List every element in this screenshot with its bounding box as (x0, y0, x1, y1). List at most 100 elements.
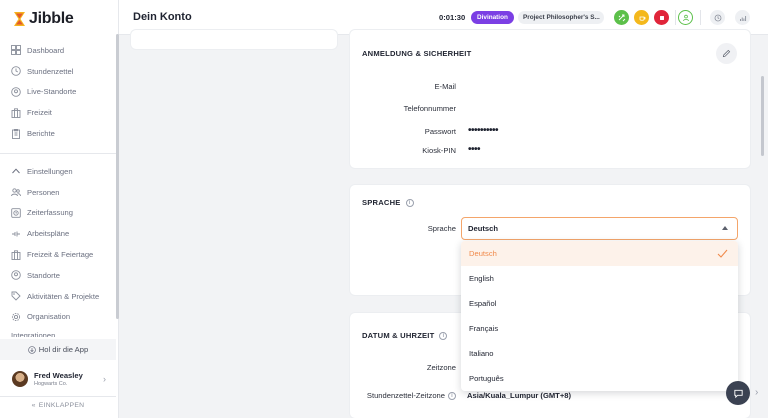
sidebar-item-reports[interactable]: Berichte (0, 123, 116, 144)
time-tracking-icon (11, 208, 21, 218)
dashboard-icon (11, 45, 21, 56)
language-option-italiano[interactable]: Italiano (461, 341, 738, 366)
sidebar-item-timesheets[interactable]: Stundenzettel (0, 61, 116, 82)
collapse-label: EINKLAPPEN (38, 402, 85, 409)
tag-icon (11, 291, 21, 301)
kiosk-pin-label: Kiosk-PIN (422, 146, 456, 155)
sidebar-item-label: Standorte (27, 270, 60, 280)
chart-icon (739, 15, 746, 21)
header-divider (700, 10, 701, 25)
break-button[interactable] (634, 10, 649, 25)
get-app-link[interactable]: Hol dir die App (0, 339, 116, 360)
sidebar-item-activities-projects[interactable]: Aktivitäten & Projekte (0, 286, 116, 307)
activity-badge[interactable]: Divination (471, 11, 514, 24)
option-label: Italiano (469, 349, 494, 358)
chat-button[interactable] (726, 381, 750, 405)
sidebar-item-label: Organisation (27, 312, 71, 322)
report-icon (12, 128, 20, 139)
chevron-right-icon[interactable]: › (755, 387, 758, 398)
email-label: E-Mail (434, 82, 456, 91)
switch-activity-button[interactable] (614, 10, 629, 25)
info-icon[interactable]: i (405, 198, 414, 207)
option-label: Español (469, 299, 497, 308)
stats-button[interactable] (735, 10, 750, 25)
edit-login-button[interactable] (716, 43, 737, 64)
gear-icon (11, 312, 21, 322)
main-scrollbar[interactable] (761, 76, 764, 156)
option-label: Deutsch (469, 249, 497, 258)
clock-icon (11, 66, 21, 76)
language-option-deutsch[interactable]: Deutsch (461, 241, 738, 266)
login-security-title: ANMELDUNG & SICHERHEIT (362, 49, 471, 58)
language-dropdown: Deutsch English Español Français Italian… (461, 241, 738, 391)
timesheet-timezone-label-row: Stundenzettel-Zeitzone i (367, 391, 456, 400)
caret-up-icon (722, 226, 728, 230)
sidebar-item-live-locations[interactable]: Live-Standorte (0, 82, 116, 103)
checkmark-icon (717, 249, 728, 258)
sidebar-item-label: Personen (27, 187, 60, 197)
logo[interactable]: Jibble (13, 10, 74, 28)
option-label: Français (469, 324, 499, 333)
sidebar-scrollbar[interactable] (116, 34, 119, 319)
sidebar-item-dashboard[interactable]: Dashboard (0, 40, 116, 61)
sidebar-item-label: Stundenzettel (27, 66, 74, 76)
people-status-button[interactable] (678, 10, 693, 25)
sidebar-item-organization[interactable]: Organisation (0, 307, 116, 328)
clock-icon (714, 14, 721, 21)
sidebar-item-time-off[interactable]: Freizeit (0, 102, 116, 123)
language-select[interactable]: Deutsch (461, 217, 738, 240)
password-label: Passwort (424, 127, 456, 136)
schedule-icon (12, 231, 20, 237)
language-option-espanol[interactable]: Español (461, 291, 738, 316)
logo-text: Jibble (29, 10, 74, 27)
timesheet-timezone-value: Asia/Kuala_Lumpur (GMT+8) (467, 391, 572, 400)
chevron-up-icon (12, 168, 20, 174)
sidebar-item-people[interactable]: Personen (0, 182, 116, 203)
info-icon[interactable]: i (448, 391, 456, 400)
location-pin-icon (11, 87, 21, 97)
get-app-label: Hol dir die App (38, 345, 89, 354)
chat-icon (733, 389, 743, 398)
language-select-value: Deutsch (468, 224, 498, 233)
sidebar-item-locations[interactable]: Standorte (0, 265, 116, 286)
option-label: Português (469, 374, 504, 383)
sidebar-item-label: Freizeit & Feiertage (27, 250, 94, 260)
main-nav: Dashboard Stundenzettel Live-Standorte F… (0, 40, 116, 144)
jibble-logo-icon (14, 12, 25, 26)
datetime-title: DATUM & UHRZEIT i (362, 331, 448, 340)
sidebar-item-settings[interactable]: Einstellungen (0, 161, 116, 182)
option-label: English (469, 274, 494, 283)
sidebar-item-label: Aktivitäten & Projekte (27, 291, 100, 301)
kiosk-pin-value: •••• (468, 144, 481, 155)
sidebar-item-label: Einstellungen (27, 166, 73, 176)
password-value: •••••••••• (468, 125, 499, 136)
language-label: Sprache (427, 224, 456, 233)
section-title-text: ANMELDUNG & SICHERHEIT (362, 49, 472, 58)
sidebar-item-label: Dashboard (27, 45, 65, 55)
sidebar: Jibble Dashboard Stundenzettel Live-Stan… (0, 0, 119, 418)
section-title-text: SPRACHE (362, 198, 401, 207)
language-option-english[interactable]: English (461, 266, 738, 291)
switch-icon (618, 14, 625, 21)
stop-button[interactable] (654, 10, 669, 25)
help-button[interactable] (710, 10, 725, 25)
user-org: Hogwarts Co. (34, 381, 68, 387)
project-badge[interactable]: Project Philosopher's S... (518, 11, 604, 24)
collapse-sidebar-button[interactable]: « EINKLAPPEN (0, 396, 116, 414)
sidebar-item-schedules[interactable]: Arbeitspläne (0, 223, 116, 244)
profile-card (131, 30, 337, 49)
user-profile[interactable]: Fred Weasley Hogwarts Co. › (0, 364, 116, 394)
sidebar-item-time-tracking[interactable]: Zeiterfassung (0, 203, 116, 224)
language-option-francais[interactable]: Français (461, 316, 738, 341)
nav-divider (0, 153, 116, 154)
language-option-portugues[interactable]: Português (461, 366, 738, 391)
stop-icon (659, 15, 664, 20)
info-icon[interactable]: i (439, 331, 448, 340)
sidebar-item-time-off-holidays[interactable]: Freizeit & Feiertage (0, 244, 116, 265)
sidebar-item-integrations[interactable]: Integrationen (11, 331, 55, 337)
user-name: Fred Weasley (34, 371, 83, 380)
coffee-icon (639, 16, 645, 21)
language-title: SPRACHE i (362, 198, 414, 207)
sidebar-item-label: Berichte (27, 129, 55, 139)
avatar (12, 371, 28, 387)
